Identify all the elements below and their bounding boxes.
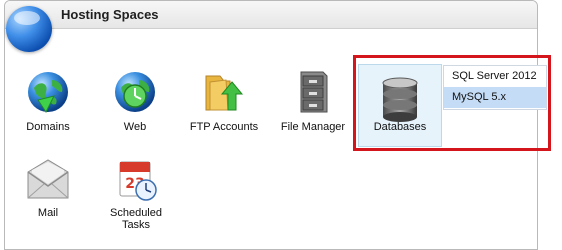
menu-item-mysql-5x[interactable]: MySQL 5.x — [444, 87, 546, 108]
file-manager-tile[interactable]: File Manager — [273, 68, 353, 136]
envelope-icon — [27, 159, 69, 199]
database-icon — [382, 77, 418, 122]
panel-title: Hosting Spaces — [61, 7, 159, 22]
scheduled-tasks-label-line1: Scheduled — [110, 207, 162, 219]
folder-arrow-icon — [205, 75, 244, 111]
globe-icon — [6, 6, 52, 52]
globe-icon — [28, 72, 68, 113]
scheduled-tasks-tile[interactable]: 23 Scheduled Tasks — [96, 158, 176, 231]
panel-header: Hosting Spaces — [5, 1, 537, 29]
databases-submenu: SQL Server 2012 MySQL 5.x — [443, 65, 547, 110]
menu-item-sql-server-2012[interactable]: SQL Server 2012 — [444, 66, 546, 87]
scheduled-tasks-label-line2: Tasks — [121, 219, 151, 231]
filing-cabinet-icon — [300, 71, 328, 113]
calendar-clock-icon: 23 — [119, 161, 157, 201]
databases-tile[interactable]: Databases — [358, 64, 442, 147]
web-tile[interactable]: Web — [95, 68, 175, 136]
domains-tile[interactable]: Domains — [8, 68, 88, 136]
ftp-accounts-tile[interactable]: FTP Accounts — [184, 68, 264, 136]
databases-label: Databases — [373, 121, 427, 133]
mail-tile[interactable]: Mail — [8, 158, 88, 228]
globe-clock-icon — [115, 72, 155, 112]
file-manager-label: File Manager — [280, 121, 346, 133]
